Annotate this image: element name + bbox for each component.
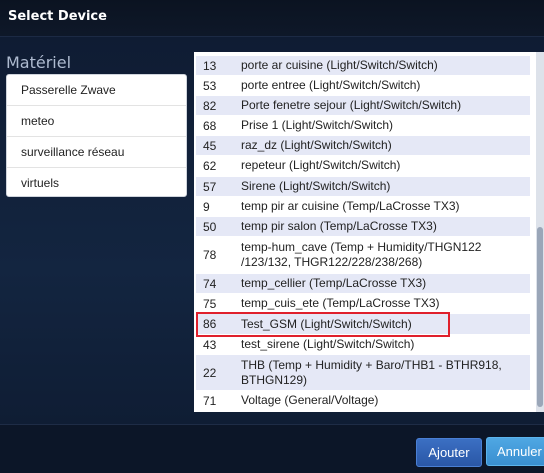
device-id: 50: [203, 219, 217, 234]
device-row[interactable]: 68 Prise 1 (Light/Switch/Switch): [196, 116, 530, 135]
device-id: 45: [203, 138, 217, 153]
device-name: temp_cellier (Temp/LaCrosse TX3): [241, 276, 427, 290]
device-row[interactable]: 13 porte ar cuisine (Light/Switch/Switch…: [196, 56, 530, 75]
device-id: 86: [203, 317, 217, 331]
device-name: Test_GSM (Light/Switch/Switch): [241, 316, 412, 331]
device-name: Voltage (General/Voltage): [241, 393, 379, 407]
hardware-label: Matériel: [6, 53, 72, 72]
device-row[interactable]: 53 porte entree (Light/Switch/Switch): [196, 76, 530, 95]
cancel-button[interactable]: Annuler: [486, 437, 544, 466]
device-row[interactable]: 74 temp_cellier (Temp/LaCrosse TX3): [196, 274, 530, 293]
device-row-selected[interactable]: 86 Test_GSM (Light/Switch/Switch): [196, 314, 530, 334]
device-row[interactable]: 22 THB (Temp + Humidity + Baro/THB1 - BT…: [196, 355, 530, 390]
device-id: 53: [203, 78, 217, 93]
device-name: raz_dz (Light/Switch/Switch): [241, 138, 392, 152]
device-row[interactable]: 75 temp_cuis_ete (Temp/LaCrosse TX3): [196, 294, 530, 313]
hardware-item-meteo[interactable]: meteo: [7, 106, 186, 137]
device-list-scrollbar[interactable]: [536, 52, 544, 412]
device-name: Sirene (Light/Switch/Switch): [241, 179, 391, 193]
device-row[interactable]: 62 repeteur (Light/Switch/Switch): [196, 156, 530, 175]
device-id: 13: [203, 58, 217, 73]
device-name: Prise 1 (Light/Switch/Switch): [241, 118, 394, 132]
device-id: 71: [203, 393, 217, 408]
device-id: 78: [203, 248, 217, 262]
dialog-titlebar: Select Device: [0, 0, 544, 37]
device-row[interactable]: 43 test_sirene (Light/Switch/Switch): [196, 335, 530, 354]
device-row[interactable]: 9 temp pir ar cuisine (Temp/LaCrosse TX3…: [196, 197, 530, 216]
device-row[interactable]: 45 raz_dz (Light/Switch/Switch): [196, 136, 530, 155]
device-id: 22: [203, 365, 217, 380]
device-name: repeteur (Light/Switch/Switch): [241, 158, 401, 172]
device-row[interactable]: 71 Voltage (General/Voltage): [196, 391, 530, 410]
device-row[interactable]: 78 temp-hum_cave (Temp + Humidity/THGN12…: [196, 237, 530, 273]
device-name: temp_cuis_ete (Temp/LaCrosse TX3): [241, 296, 440, 310]
device-name: temp pir salon (Temp/LaCrosse TX3): [241, 219, 437, 233]
add-button[interactable]: Ajouter: [416, 438, 482, 467]
device-row[interactable]: 50 temp pir salon (Temp/LaCrosse TX3): [196, 217, 530, 236]
device-name: porte entree (Light/Switch/Switch): [241, 78, 421, 92]
dialog-title: Select Device: [8, 9, 107, 24]
scrollbar-thumb[interactable]: [537, 227, 543, 407]
device-name: test_sirene (Light/Switch/Switch): [241, 337, 415, 351]
device-id: 68: [203, 118, 217, 133]
device-id: 9: [203, 199, 210, 214]
device-name: Porte fenetre sejour (Light/Switch/Switc…: [241, 98, 462, 112]
device-name: temp-hum_cave (Temp + Humidity/THGN122 /…: [241, 240, 482, 269]
device-id: 75: [203, 296, 217, 311]
device-id: 74: [203, 276, 217, 291]
hardware-menu: Passerelle Zwave meteo surveillance rése…: [6, 74, 187, 197]
device-name: temp pir ar cuisine (Temp/LaCrosse TX3): [241, 199, 460, 213]
device-id: 82: [203, 98, 217, 113]
hardware-item-surveillance-reseau[interactable]: surveillance réseau: [7, 137, 186, 168]
device-name: porte ar cuisine (Light/Switch/Switch): [241, 58, 438, 72]
device-row[interactable]: 82 Porte fenetre sejour (Light/Switch/Sw…: [196, 96, 530, 115]
device-id: 57: [203, 179, 217, 194]
device-list: 13 porte ar cuisine (Light/Switch/Switch…: [194, 52, 537, 412]
device-id: 43: [203, 337, 217, 352]
hardware-item-virtuels[interactable]: virtuels: [7, 168, 186, 198]
device-row[interactable]: 57 Sirene (Light/Switch/Switch): [196, 177, 530, 196]
hardware-item-passerelle-zwave[interactable]: Passerelle Zwave: [7, 75, 186, 106]
device-id: 62: [203, 158, 217, 173]
device-name: THB (Temp + Humidity + Baro/THB1 - BTHR9…: [241, 357, 502, 387]
